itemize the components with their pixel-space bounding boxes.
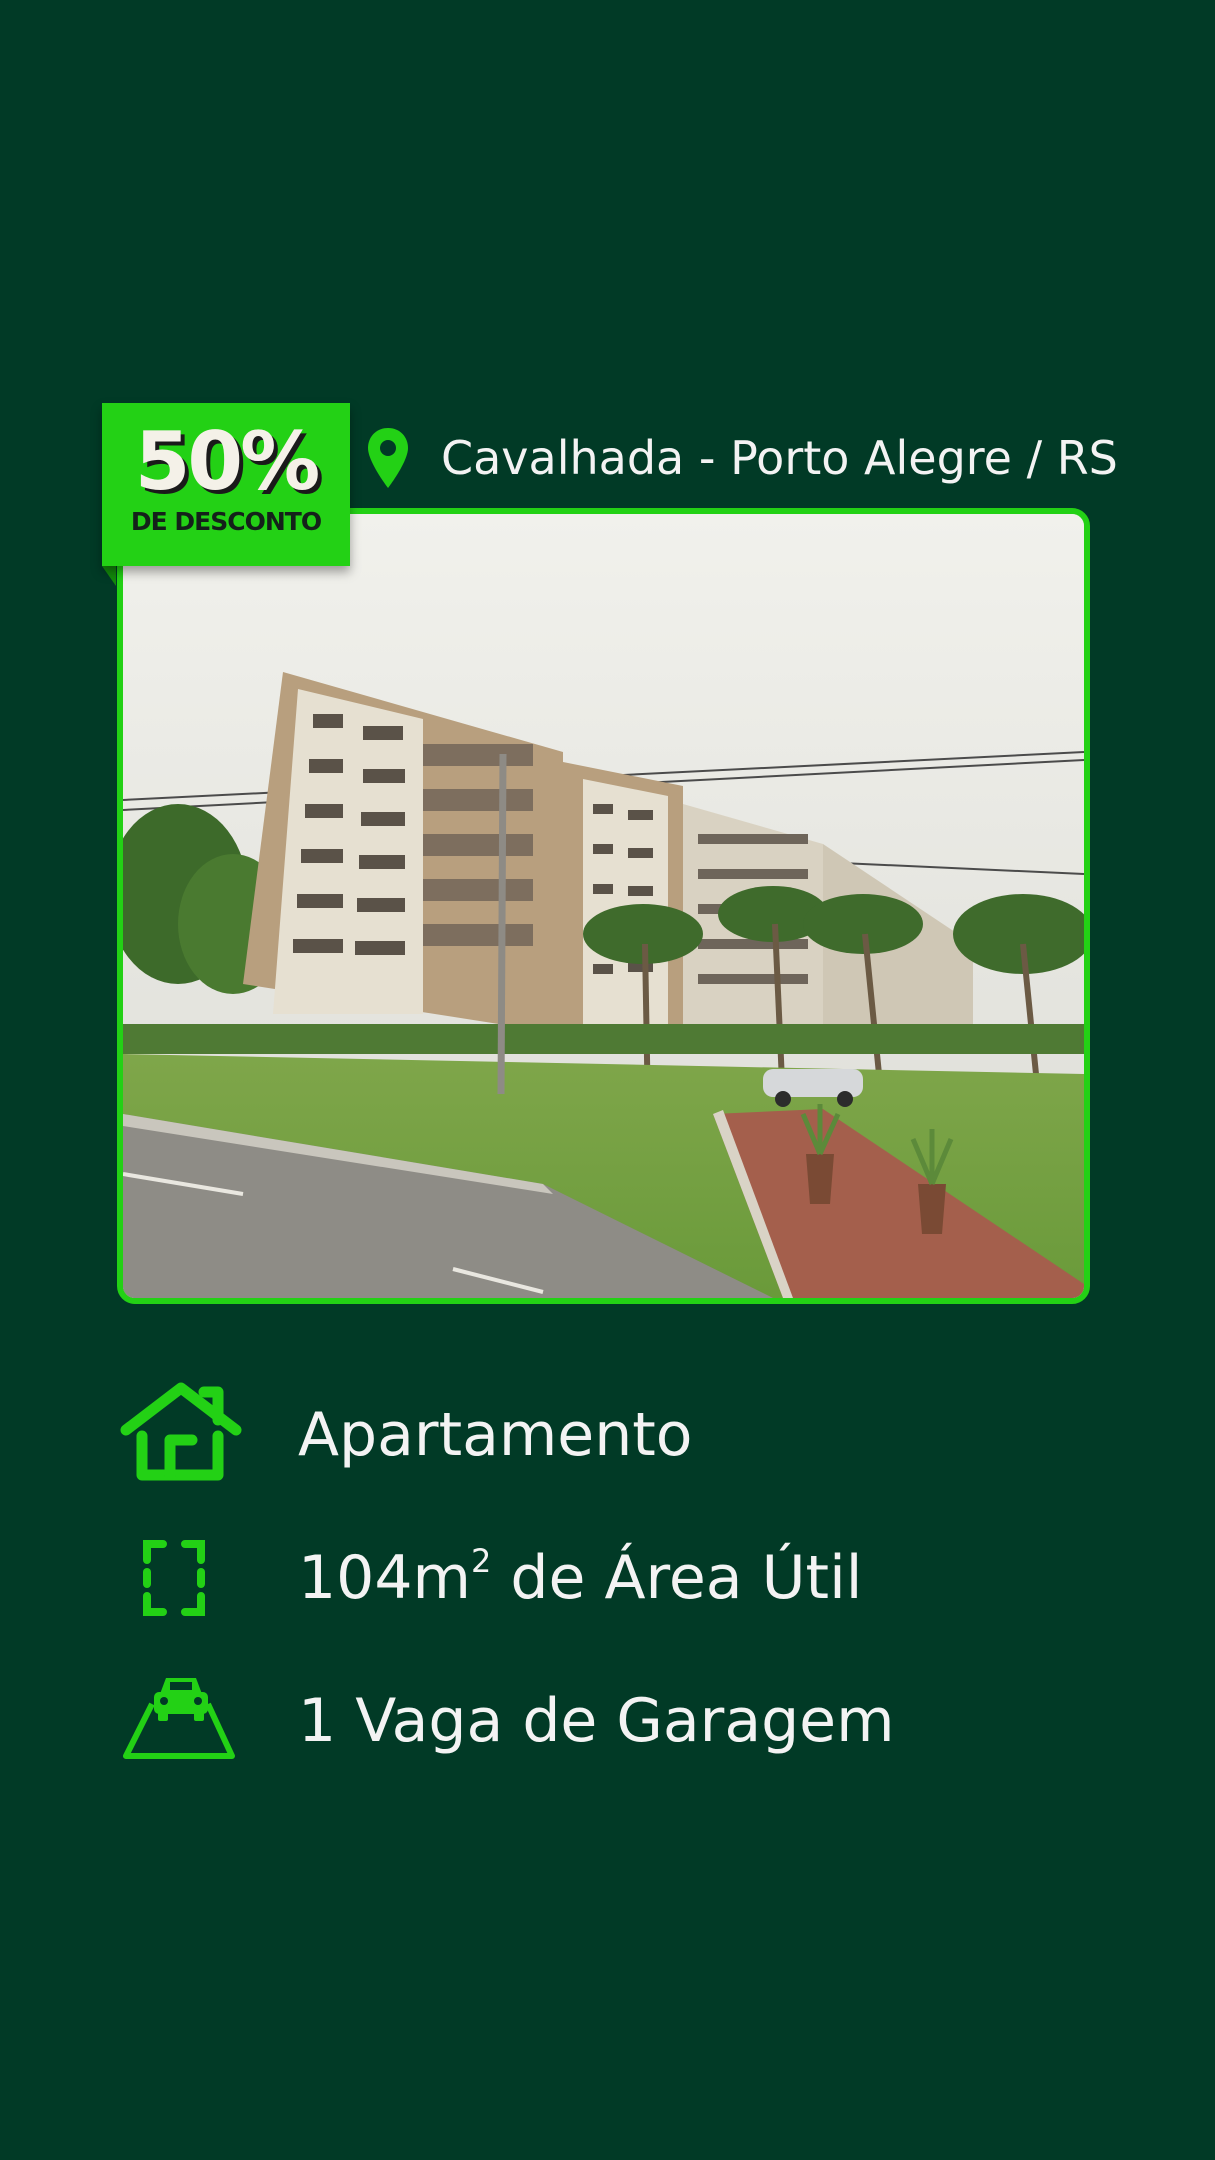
area-value: 104m [298, 1543, 471, 1613]
house-icon [120, 1380, 242, 1490]
discount-badge: 50% DE DESCONTO [102, 403, 350, 566]
badge-fold [102, 566, 116, 586]
garage-label: 1 Vaga de Garagem [298, 1686, 895, 1756]
discount-percent: 50% [134, 415, 320, 508]
area-label: 104m2 de Área Útil [298, 1523, 862, 1633]
feature-area: 104m2 de Área Útil [120, 1523, 1020, 1633]
area-frame-icon [120, 1523, 242, 1633]
feature-garage: 1 Vaga de Garagem [120, 1666, 1020, 1776]
car-parking-icon [120, 1666, 242, 1776]
apartment-building-photo [123, 514, 1084, 1298]
map-pin-icon [368, 428, 408, 488]
discount-label: DE DESCONTO [130, 507, 322, 536]
area-suffix: de Área Útil [491, 1543, 863, 1613]
location: Cavalhada - Porto Alegre / RS [365, 420, 1118, 496]
feature-property-type: Apartamento [120, 1380, 1020, 1490]
area-unit-superscript: 2 [470, 1542, 492, 1580]
property-type-label: Apartamento [298, 1400, 693, 1470]
property-photo [117, 508, 1090, 1304]
location-text: Cavalhada - Porto Alegre / RS [441, 431, 1118, 485]
